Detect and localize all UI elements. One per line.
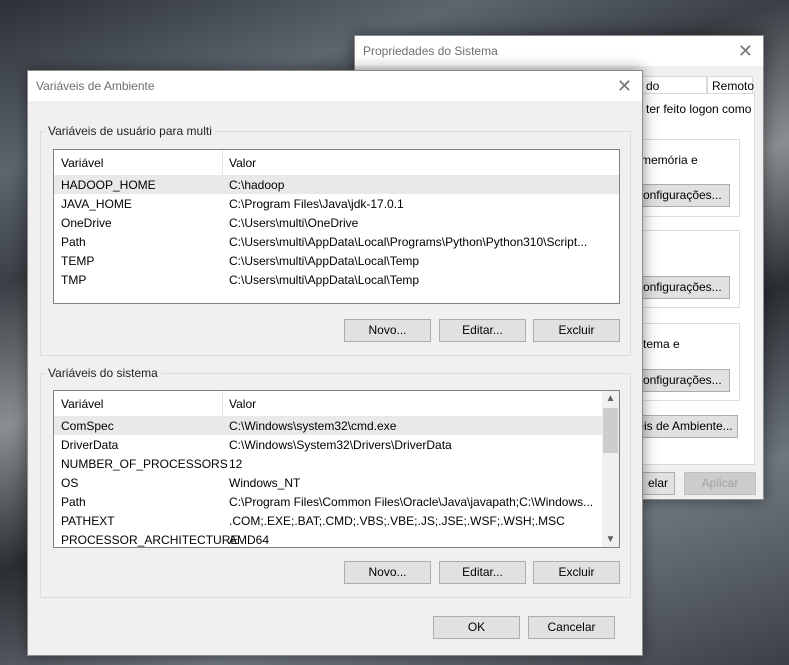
variable-name: ComSpec: [61, 419, 114, 433]
variable-name: TEMP: [61, 254, 95, 268]
table-row[interactable]: OneDrive C:\Users\multi\OneDrive: [54, 213, 619, 232]
close-icon[interactable]: ✕: [738, 41, 753, 62]
system-variables-label: Variáveis do sistema: [45, 366, 161, 380]
logon-text: ter feito logon como: [646, 102, 752, 116]
user-new-button[interactable]: Novo...: [344, 319, 431, 342]
table-row[interactable]: Path C:\Users\multi\AppData\Local\Program…: [54, 232, 619, 251]
variable-value: C:\Windows\system32\cmd.exe: [229, 419, 397, 433]
table-row[interactable]: NUMBER_OF_PROCESSORS 12: [54, 454, 602, 473]
table-row[interactable]: DriverData C:\Windows\System32\Drivers\Dr…: [54, 435, 602, 454]
system-new-button[interactable]: Novo...: [344, 561, 431, 584]
table-row[interactable]: PATHEXT .COM;.EXE;.BAT;.CMD;.VBS;.VBE;.JS…: [54, 511, 602, 530]
table-row[interactable]: ComSpec C:\Windows\system32\cmd.exe: [54, 416, 602, 435]
cancel-button[interactable]: Cancelar: [528, 616, 615, 639]
variable-name: Path: [61, 495, 86, 509]
scroll-up-icon[interactable]: ▲: [602, 393, 619, 404]
user-variables-label: Variáveis de usuário para multi: [45, 124, 215, 138]
vertical-scrollbar[interactable]: ▲ ▼: [602, 391, 619, 547]
table-row[interactable]: HADOOP_HOME C:\hadoop: [54, 175, 619, 194]
variable-name: PROCESSOR_ARCHITECTURE: [61, 533, 239, 547]
variable-value: C:\Windows\System32\Drivers\DriverData: [229, 438, 452, 452]
variable-value: C:\Program Files\Common Files\Oracle\Jav…: [229, 495, 594, 509]
window-title: Propriedades do Sistema: [363, 44, 498, 58]
list-header: Variável Valor: [54, 150, 619, 175]
scroll-thumb[interactable]: [603, 408, 618, 453]
tab-do-sistema[interactable]: do Sistema: [641, 76, 707, 107]
variable-value: Windows_NT: [229, 476, 301, 490]
variable-value: .COM;.EXE;.BAT;.CMD;.VBS;.VBE;.JS;.JSE;.…: [229, 514, 565, 528]
table-row[interactable]: TMP C:\Users\multi\AppData\Local\Temp: [54, 270, 619, 289]
title-bar: Variáveis de Ambiente ✕: [28, 71, 642, 101]
table-row[interactable]: PROCESSOR_ARCHITECTURE AMD64: [54, 530, 602, 547]
variable-name: Path: [61, 235, 86, 249]
system-delete-button[interactable]: Excluir: [533, 561, 620, 584]
title-bar: Propriedades do Sistema ✕: [355, 36, 763, 66]
column-value[interactable]: Valor: [229, 397, 256, 411]
user-variables-group: Variáveis de usuário para multi Variável…: [40, 124, 631, 356]
variable-name: HADOOP_HOME: [61, 178, 156, 192]
scroll-down-icon[interactable]: ▼: [602, 534, 619, 545]
variable-name: JAVA_HOME: [61, 197, 132, 211]
user-delete-button[interactable]: Excluir: [533, 319, 620, 342]
variable-value: C:\Users\multi\AppData\Local\Temp: [229, 254, 420, 268]
performance-text: memória e: [641, 153, 698, 167]
apply-button[interactable]: Aplicar: [684, 472, 756, 495]
table-row[interactable]: JAVA_HOME C:\Program Files\Java\jdk-17.0.…: [54, 194, 619, 213]
user-edit-button[interactable]: Editar...: [439, 319, 526, 342]
variable-value: C:\Users\multi\AppData\Local\Programs\Py…: [229, 235, 588, 249]
variable-value: C:\Users\multi\OneDrive: [229, 216, 359, 230]
column-variable[interactable]: Variável: [61, 397, 103, 411]
table-row[interactable]: OS Windows_NT: [54, 473, 602, 492]
variable-name: OS: [61, 476, 79, 490]
variable-value: C:\Program Files\Java\jdk-17.0.1: [229, 197, 404, 211]
list-header: Variável Valor: [54, 391, 602, 416]
variable-value: AMD64: [229, 533, 270, 547]
variable-name: OneDrive: [61, 216, 112, 230]
column-value[interactable]: Valor: [229, 156, 256, 170]
table-row[interactable]: Path C:\Program Files\Common Files\Oracle…: [54, 492, 602, 511]
variable-value: C:\hadoop: [229, 178, 285, 192]
system-variables-list[interactable]: Variável Valor ComSpec C:\Windows\system32…: [53, 390, 620, 548]
environment-variables-dialog: Variáveis de Ambiente ✕ Variáveis de usu…: [27, 70, 643, 656]
variable-name: NUMBER_OF_PROCESSORS: [61, 457, 228, 471]
column-variable[interactable]: Variável: [61, 156, 103, 170]
dialog-title: Variáveis de Ambiente: [36, 79, 155, 93]
variable-value: C:\Users\multi\AppData\Local\Temp: [229, 273, 420, 287]
ok-button[interactable]: OK: [433, 616, 520, 639]
variable-value: 12: [229, 457, 243, 471]
close-icon[interactable]: ✕: [617, 76, 632, 97]
system-edit-button[interactable]: Editar...: [439, 561, 526, 584]
tab-remoto[interactable]: Remoto: [707, 76, 754, 94]
variable-name: DriverData: [61, 438, 119, 452]
startup-text: stema e: [637, 337, 680, 351]
variable-name: PATHEXT: [61, 514, 115, 528]
system-variables-group: Variáveis do sistema Variável Valor ComSp…: [40, 366, 631, 598]
table-row[interactable]: TEMP C:\Users\multi\AppData\Local\Temp: [54, 251, 619, 270]
variable-name: TMP: [61, 273, 87, 287]
user-variables-list[interactable]: Variável Valor HADOOP_HOME C:\hadoop JAVA_H…: [53, 149, 620, 304]
